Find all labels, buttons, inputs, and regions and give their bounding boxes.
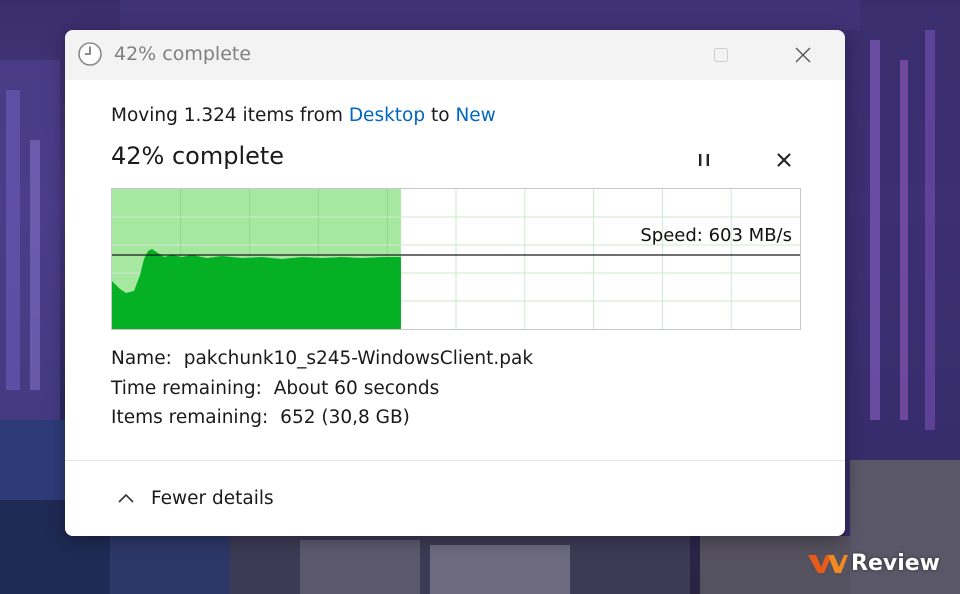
speed-graph-canvas xyxy=(112,189,800,329)
percent-complete: 42% complete xyxy=(111,142,285,170)
to-word: to xyxy=(425,105,456,126)
clock-icon xyxy=(78,42,102,66)
time-remaining-row: Time remaining: About 60 seconds xyxy=(111,378,439,399)
maximize-button xyxy=(691,30,751,80)
fewer-details-button[interactable]: Fewer details xyxy=(115,487,274,509)
destination-folder-link[interactable]: New xyxy=(455,105,495,126)
time-remaining-value: About 60 seconds xyxy=(273,378,440,399)
title-bar[interactable]: 42% complete xyxy=(65,30,845,80)
pause-icon xyxy=(699,154,709,166)
fewer-details-label: Fewer details xyxy=(151,487,274,509)
file-name-label: Name: xyxy=(111,348,172,369)
cancel-operation-button[interactable] xyxy=(770,146,798,174)
speed-readout: Speed: 603 MB/s xyxy=(640,225,792,246)
source-folder-link[interactable]: Desktop xyxy=(349,105,425,126)
watermark-text: Review xyxy=(851,551,940,576)
window-title: 42% complete xyxy=(114,43,252,65)
window-close-button[interactable] xyxy=(773,30,833,80)
moving-prefix: Moving 1.324 items from xyxy=(111,105,349,126)
minimize-button[interactable] xyxy=(617,30,677,80)
items-remaining-value: 652 (30,8 GB) xyxy=(280,407,410,428)
operation-summary: Moving 1.324 items from Desktop to New xyxy=(111,105,496,126)
speed-graph: Speed: 603 MB/s xyxy=(111,188,801,330)
file-operation-dialog: 42% complete Moving 1.324 items from Des… xyxy=(65,30,845,536)
file-name-value: pakchunk10_s245-WindowsClient.pak xyxy=(183,348,534,369)
speed-area xyxy=(112,249,401,329)
items-remaining-row: Items remaining: 652 (30,8 GB) xyxy=(111,407,410,428)
watermark: Review xyxy=(808,551,940,576)
maximize-icon xyxy=(714,48,728,62)
time-remaining-label: Time remaining: xyxy=(111,378,262,399)
close-icon xyxy=(795,47,811,63)
pause-button[interactable] xyxy=(690,146,718,174)
minimize-icon xyxy=(642,54,652,56)
items-remaining-label: Items remaining: xyxy=(111,407,269,428)
cancel-icon xyxy=(777,153,791,167)
brand-logo-icon xyxy=(808,554,848,573)
dialog-footer: Fewer details xyxy=(65,461,845,536)
file-name-row: Name: pakchunk10_s245-WindowsClient.pak xyxy=(111,348,533,369)
chevron-up-icon xyxy=(115,487,137,509)
